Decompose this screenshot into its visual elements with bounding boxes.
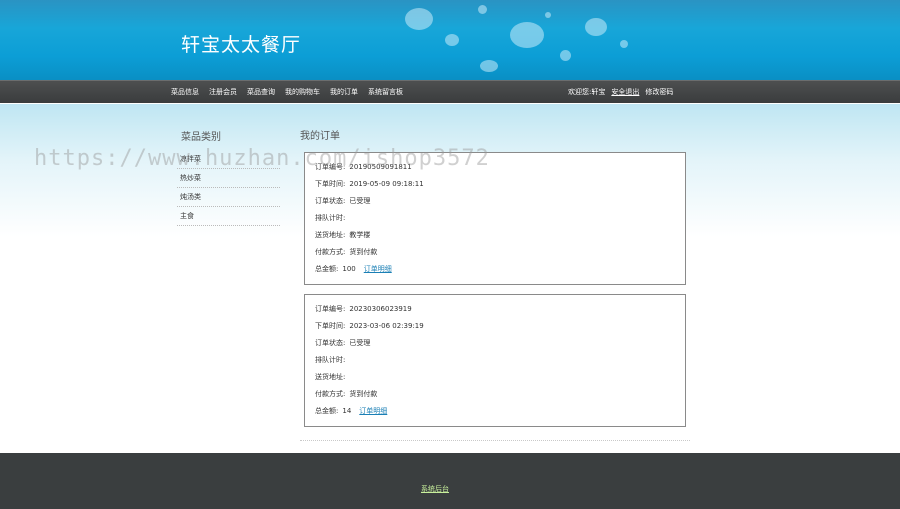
- splash-decoration: [560, 50, 571, 61]
- page-title: 我的订单: [300, 131, 340, 142]
- order-card: 订单编号: 20190509091811 下单时间: 2019-05-09 09:1…: [304, 152, 686, 285]
- order-time: 2023-03-06 02:39:19: [349, 322, 424, 330]
- order-status-row: 订单状态: 已受理: [315, 339, 371, 347]
- order-status: 已受理: [349, 339, 371, 347]
- sidebar-title: 菜品类别: [181, 132, 221, 143]
- delivery-address: 教学楼: [349, 231, 371, 239]
- divider: [300, 440, 690, 441]
- payment-method: 货到付款: [349, 390, 378, 398]
- splash-decoration: [480, 60, 498, 72]
- total-amount: 14: [342, 407, 352, 415]
- order-number-row: 订单编号: 20230306023919: [315, 305, 412, 313]
- queue-time-row: 排队计时:: [315, 214, 346, 222]
- splash-decoration: [620, 40, 628, 48]
- orders-main: 我的订单 订单编号: 20190509091811 下单时间: 2019-05-09…: [300, 127, 690, 441]
- payment-method: 货到付款: [349, 248, 378, 256]
- order-time-row: 下单时间: 2019-05-09 09:18:11: [315, 180, 424, 188]
- sidebar-item-stir-fry[interactable]: 热炒菜: [177, 169, 280, 188]
- admin-backend-link[interactable]: 系统后台: [421, 484, 449, 494]
- order-status-row: 订单状态: 已受理: [315, 197, 371, 205]
- payment-method-row: 付款方式: 货到付款: [315, 390, 378, 398]
- total-amount-row: 总金额: 100 订单明细: [315, 265, 392, 273]
- splash-decoration: [405, 8, 433, 30]
- nav-link-dish-info[interactable]: 菜品信息: [171, 87, 199, 97]
- order-time: 2019-05-09 09:18:11: [349, 180, 424, 188]
- logout-link[interactable]: 安全退出: [611, 87, 639, 97]
- header-banner: 轩宝太太餐厅: [0, 0, 900, 80]
- site-title: 轩宝太太餐厅: [181, 34, 302, 56]
- nav-links: 菜品信息 注册会员 菜品查询 我的购物车 我的订单 系统留言板: [171, 87, 403, 97]
- category-sidebar: 菜品类别 凉拌菜 热炒菜 炖汤类 主食: [177, 128, 280, 226]
- splash-decoration: [478, 5, 487, 14]
- welcome-text: 欢迎您:轩宝: [568, 88, 606, 96]
- splash-decoration: [445, 34, 459, 46]
- footer: 系统后台: [0, 453, 900, 509]
- splash-decoration: [585, 18, 607, 36]
- nav-link-cart[interactable]: 我的购物车: [285, 87, 320, 97]
- nav-user-area: 欢迎您:轩宝 安全退出 修改密码: [568, 87, 673, 97]
- queue-time-row: 排队计时:: [315, 356, 346, 364]
- order-number-row: 订单编号: 20190509091811: [315, 163, 412, 171]
- nav-link-dish-search[interactable]: 菜品查询: [247, 87, 275, 97]
- delivery-address-row: 送货地址: 教学楼: [315, 231, 371, 239]
- nav-bar: 菜品信息 注册会员 菜品查询 我的购物车 我的订单 系统留言板 欢迎您:轩宝 安…: [0, 80, 900, 103]
- nav-link-register[interactable]: 注册会员: [209, 87, 237, 97]
- order-card: 订单编号: 20230306023919 下单时间: 2023-03-06 02:3…: [304, 294, 686, 427]
- nav-link-message-board[interactable]: 系统留言板: [368, 87, 403, 97]
- order-detail-link[interactable]: 订单明细: [359, 407, 387, 415]
- sidebar-item-soups[interactable]: 炖汤类: [177, 188, 280, 207]
- delivery-address-row: 送货地址:: [315, 373, 346, 381]
- order-number: 20190509091811: [349, 163, 412, 171]
- splash-decoration: [510, 22, 544, 48]
- username: 轩宝: [591, 88, 606, 96]
- sidebar-item-cold-dishes[interactable]: 凉拌菜: [177, 150, 280, 169]
- order-status: 已受理: [349, 197, 371, 205]
- order-time-row: 下单时间: 2023-03-06 02:39:19: [315, 322, 424, 330]
- total-amount-row: 总金额: 14 订单明细: [315, 407, 388, 415]
- splash-decoration: [545, 12, 551, 18]
- sidebar-item-staple[interactable]: 主食: [177, 207, 280, 226]
- nav-link-my-orders[interactable]: 我的订单: [330, 87, 358, 97]
- total-amount: 100: [342, 265, 356, 273]
- payment-method-row: 付款方式: 货到付款: [315, 248, 378, 256]
- change-password-link[interactable]: 修改密码: [645, 87, 673, 97]
- order-number: 20230306023919: [349, 305, 412, 313]
- order-detail-link[interactable]: 订单明细: [364, 265, 392, 273]
